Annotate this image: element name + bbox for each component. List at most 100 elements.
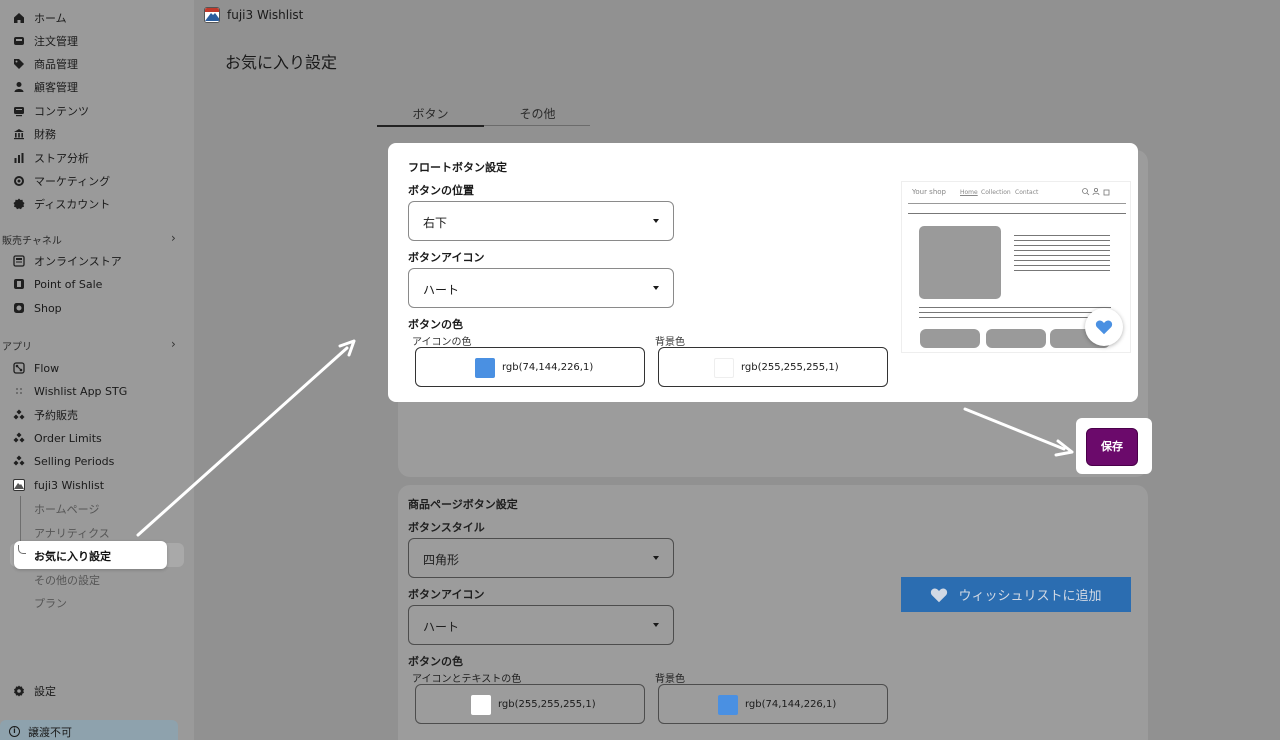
preview-text-line xyxy=(1014,255,1110,256)
save-button[interactable]: 保存 xyxy=(1086,428,1138,466)
sidebar-item-order-limits[interactable]: Order Limits xyxy=(12,428,102,448)
sidebar-item-label: Order Limits xyxy=(34,431,102,445)
app-grid-icon xyxy=(12,384,26,398)
heart-icon xyxy=(1095,320,1113,335)
product-button-color-label: ボタンの色 xyxy=(408,655,463,668)
home-icon xyxy=(12,11,26,25)
sidebar-item-label: オンラインストア xyxy=(34,255,122,268)
sidebar-item-home[interactable]: ホーム xyxy=(12,8,67,28)
sidebar-item-pos[interactable]: Point of Sale xyxy=(12,274,102,294)
sidebar-item-settings[interactable]: 設定 xyxy=(12,681,56,701)
flow-icon xyxy=(12,361,26,375)
caret-down-icon xyxy=(653,219,659,223)
product-bg-color-picker[interactable]: rgb(74,144,226,1) xyxy=(658,684,888,724)
preview-button xyxy=(920,329,980,348)
sidebar-item-label: ストア分析 xyxy=(34,152,89,165)
sidebar-item-content[interactable]: コンテンツ xyxy=(12,101,89,121)
product-settings-title: 商品ページボタン設定 xyxy=(408,498,518,511)
page-title: お気に入り設定 xyxy=(225,53,338,72)
float-settings-title: フロートボタン設定 xyxy=(408,161,507,174)
pos-icon xyxy=(12,277,26,291)
sidebar-item-label: Point of Sale xyxy=(34,277,103,291)
target-icon xyxy=(12,174,26,188)
app-icon xyxy=(12,408,26,422)
button-position-label: ボタンの位置 xyxy=(408,184,474,197)
bg-color-picker[interactable]: rgb(255,255,255,1) xyxy=(658,347,888,387)
color-value: rgb(255,255,255,1) xyxy=(498,699,596,710)
preview-nav-contact: Contact xyxy=(1015,189,1039,196)
non-transferable-notice[interactable]: i 譲渡不可 xyxy=(0,720,178,740)
preview-nav-home: Home xyxy=(960,189,978,196)
sidebar-item-customers[interactable]: 顧客管理 xyxy=(12,77,78,97)
sidebar-item-selling-periods[interactable]: Selling Periods xyxy=(12,451,114,471)
sidebar-item-shop[interactable]: Shop xyxy=(12,298,62,318)
notice-label: 譲渡不可 xyxy=(28,726,72,739)
tab-button[interactable]: ボタン xyxy=(377,105,484,122)
sidebar-item-flow[interactable]: Flow xyxy=(12,358,59,378)
select-value: ハート xyxy=(423,620,460,634)
sidebar-item-label: 財務 xyxy=(34,128,56,141)
select-value: 四角形 xyxy=(423,553,460,567)
caret-down-icon xyxy=(653,286,659,290)
icon-text-color-picker[interactable]: rgb(255,255,255,1) xyxy=(415,684,645,724)
sidebar-subitem-analytics[interactable]: アナリティクス xyxy=(34,525,110,541)
button-position-select[interactable]: 右下 xyxy=(408,201,674,241)
sidebar-item-orders[interactable]: 注文管理 xyxy=(12,31,78,51)
bank-icon xyxy=(12,127,26,141)
icon-color-picker[interactable]: rgb(74,144,226,1) xyxy=(415,347,645,387)
chevron-right-icon[interactable]: › xyxy=(171,337,176,351)
sidebar-item-marketing[interactable]: マーケティング xyxy=(12,171,110,191)
sidebar-item-label: 商品管理 xyxy=(34,58,78,71)
sidebar-item-wishlist-app-stg[interactable]: Wishlist App STG xyxy=(12,381,127,401)
sidebar-item-label: fuji3 Wishlist xyxy=(34,478,105,492)
app-icon xyxy=(12,454,26,468)
preview-text-line xyxy=(1014,245,1110,246)
sidebar-subitem-plan[interactable]: プラン xyxy=(34,595,67,611)
color-value: rgb(255,255,255,1) xyxy=(741,362,839,373)
sidebar-subitem-other-settings[interactable]: その他の設定 xyxy=(34,572,100,588)
button-icon-select[interactable]: ハート xyxy=(408,268,674,308)
wishlist-button-label: ウィッシュリストに追加 xyxy=(958,589,1102,604)
preview-text-line xyxy=(1014,235,1110,236)
preview-button xyxy=(986,329,1046,348)
chevron-right-icon[interactable]: › xyxy=(171,231,176,245)
preview-product-image xyxy=(919,226,1001,299)
product-bg-color-label: 背景色 xyxy=(655,674,685,685)
app-name: fuji3 Wishlist xyxy=(227,8,304,22)
button-style-select[interactable]: 四角形 xyxy=(408,538,674,578)
sidebar-item-analytics[interactable]: ストア分析 xyxy=(12,148,89,168)
app-logo xyxy=(204,7,220,23)
sidebar-item-discounts[interactable]: ディスカウント xyxy=(12,194,110,214)
caret-down-icon xyxy=(653,556,659,560)
sidebar-subitem-homepage[interactable]: ホームページ xyxy=(34,501,99,517)
sidebar-item-label: ディスカウント xyxy=(34,198,111,211)
sidebar-subitem-favorites-settings[interactable]: お気に入り設定 xyxy=(14,541,167,569)
sidebar-item-preorder[interactable]: 予約販売 xyxy=(12,405,78,425)
sidebar-item-online-store[interactable]: オンラインストア xyxy=(12,251,122,271)
app-icon xyxy=(12,431,26,445)
button-icon-label: ボタンアイコン xyxy=(408,251,485,264)
sidebar-item-fuji3-wishlist[interactable]: fuji3 Wishlist xyxy=(12,475,104,495)
tab-other[interactable]: その他 xyxy=(484,105,591,122)
sidebar-item-label: 注文管理 xyxy=(34,35,78,48)
button-style-label: ボタンスタイル xyxy=(408,521,485,534)
button-color-label: ボタンの色 xyxy=(408,318,463,331)
product-button-icon-label: ボタンアイコン xyxy=(408,588,485,601)
color-value: rgb(74,144,226,1) xyxy=(502,362,594,373)
float-button-preview: Your shop Home Collection Contact xyxy=(901,181,1131,353)
content-icon xyxy=(12,104,26,118)
sidebar-item-label: マーケティング xyxy=(34,175,111,188)
preview-text-line xyxy=(919,307,1111,308)
preview-text-line xyxy=(1014,265,1110,266)
sidebar-item-label: 設定 xyxy=(34,685,56,698)
sidebar-item-products[interactable]: 商品管理 xyxy=(12,54,78,74)
bg-color-label: 背景色 xyxy=(655,337,685,348)
discount-icon xyxy=(12,197,26,211)
select-value: 右下 xyxy=(423,216,448,230)
shop-icon xyxy=(12,301,26,315)
bar-chart-icon xyxy=(12,151,26,165)
wishlist-button-preview: ウィッシュリストに追加 xyxy=(901,577,1131,612)
preview-shop-name: Your shop xyxy=(912,188,946,196)
sidebar-item-finance[interactable]: 財務 xyxy=(12,124,56,144)
product-button-icon-select[interactable]: ハート xyxy=(408,605,674,645)
